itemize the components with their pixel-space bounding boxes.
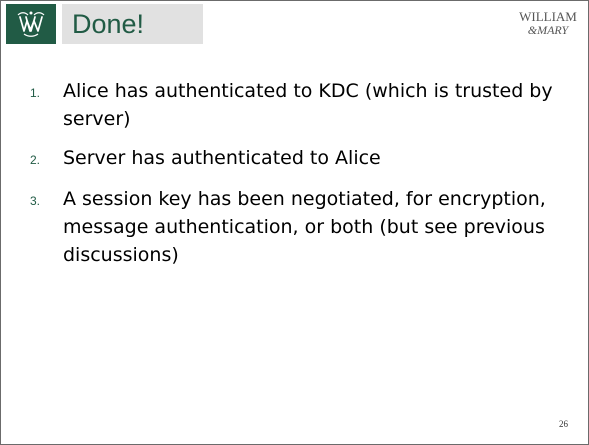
list-item: 3. A session key has been negotiated, fo… xyxy=(30,185,565,269)
wm-wordmark: WILLIAM &MARY xyxy=(513,9,583,37)
slide-title: Done! xyxy=(72,9,145,39)
list-number: 3. xyxy=(30,194,41,208)
presentation-slide: Done! WILLIAM &MARY 1. Alice has authent… xyxy=(0,0,589,445)
list-text: A session key has been negotiated, for e… xyxy=(63,188,546,266)
title-box: Done! xyxy=(62,4,203,44)
list-item: 1. Alice has authenticated to KDC (which… xyxy=(30,77,565,133)
list-number: 1. xyxy=(30,86,41,100)
wordmark-line-2: &MARY xyxy=(527,23,569,37)
wordmark-line-1: WILLIAM xyxy=(519,9,577,24)
list-text: Alice has authenticated to KDC (which is… xyxy=(63,80,553,130)
logo-badge xyxy=(6,4,56,44)
slide-header: Done! WILLIAM &MARY xyxy=(1,1,588,49)
list-item: 2. Server has authenticated to Alice xyxy=(30,144,565,174)
wm-cypher-icon xyxy=(6,4,56,44)
list-number: 2. xyxy=(30,153,41,167)
slide-bullet-list: 1. Alice has authenticated to KDC (which… xyxy=(30,77,565,280)
page-number: 26 xyxy=(559,419,568,429)
list-text: Server has authenticated to Alice xyxy=(63,147,381,169)
